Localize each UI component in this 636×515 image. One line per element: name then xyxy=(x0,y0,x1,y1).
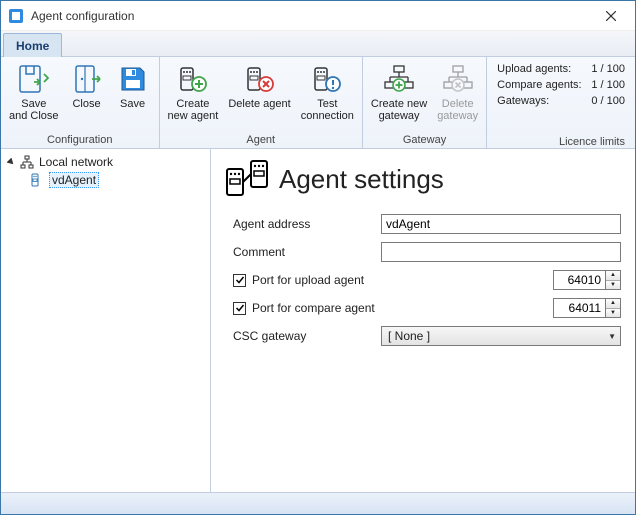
save-and-close-label: Save and Close xyxy=(9,98,59,122)
license-compare-label: Compare agents: xyxy=(497,79,581,91)
ribbon-group-configuration: Save and Close Close xyxy=(1,57,160,148)
delete-agent-label: Delete agent xyxy=(228,98,290,110)
ribbon-group-gateway: Create new gateway xyxy=(363,57,487,148)
port-compare-up[interactable]: ▲ xyxy=(606,299,620,309)
tree-item-label: vdAgent xyxy=(49,172,99,188)
delete-gateway-icon xyxy=(440,62,476,96)
titlebar: Agent configuration xyxy=(1,1,635,31)
csc-gateway-value: [ None ] xyxy=(388,329,430,343)
ribbon-group-label-gateway: Gateway xyxy=(367,134,482,148)
ribbon-group-label-configuration: Configuration xyxy=(5,134,155,148)
row-agent-address: Agent address xyxy=(233,214,621,234)
license-compare-value: 1 / 100 xyxy=(591,79,625,91)
port-compare-down[interactable]: ▼ xyxy=(606,309,620,318)
window-title: Agent configuration xyxy=(31,9,589,23)
comment-input[interactable] xyxy=(381,242,621,262)
port-compare-input[interactable] xyxy=(553,298,605,318)
license-upload-label: Upload agents: xyxy=(497,63,571,75)
agent-icon xyxy=(29,172,45,188)
create-gateway-icon xyxy=(381,62,417,96)
chevron-down-icon: ▼ xyxy=(608,332,616,341)
create-agent-label: Create new agent xyxy=(168,98,219,122)
license-upload-value: 1 / 100 xyxy=(591,63,625,75)
close-icon xyxy=(69,62,105,96)
network-icon xyxy=(19,154,35,170)
ribbon-tabs: Home xyxy=(1,31,635,57)
license-gateways-value: 0 / 100 xyxy=(591,95,625,107)
csc-gateway-select[interactable]: [ None ] ▼ xyxy=(381,326,621,346)
csc-gateway-label: CSC gateway xyxy=(233,329,381,343)
heading: Agent settings xyxy=(225,159,621,200)
license-gateways-row: Gateways: 0 / 100 xyxy=(497,93,625,109)
port-upload-down[interactable]: ▼ xyxy=(606,281,620,290)
tree-item-vdagent[interactable]: vdAgent xyxy=(3,171,208,189)
save-and-close-icon xyxy=(16,62,52,96)
ribbon-group-label-agent: Agent xyxy=(164,134,358,148)
delete-agent-icon xyxy=(242,62,278,96)
tab-home[interactable]: Home xyxy=(3,33,62,57)
close-window-button[interactable] xyxy=(589,1,633,31)
heading-text: Agent settings xyxy=(279,164,444,195)
port-upload-input[interactable] xyxy=(553,270,605,290)
row-port-upload: Port for upload agent ▲ ▼ xyxy=(233,270,621,290)
content-panel: Agent settings Agent address Comment xyxy=(211,149,635,492)
save-and-close-button[interactable]: Save and Close xyxy=(5,59,63,125)
test-connection-label: Test connection xyxy=(301,98,354,122)
port-compare-checkbox[interactable] xyxy=(233,302,246,315)
comment-label: Comment xyxy=(233,245,381,259)
license-upload-row: Upload agents: 1 / 100 xyxy=(497,61,625,77)
ribbon-group-label-license: Licence limits xyxy=(497,134,625,148)
create-agent-icon xyxy=(175,62,211,96)
app-window: Agent configuration Home xyxy=(0,0,636,515)
agent-address-input[interactable] xyxy=(381,214,621,234)
close-button[interactable]: Close xyxy=(65,59,109,113)
delete-gateway-button: Delete gateway xyxy=(433,59,482,125)
create-gateway-label: Create new gateway xyxy=(371,98,427,122)
row-port-compare: Port for compare agent ▲ ▼ xyxy=(233,298,621,318)
agent-address-label: Agent address xyxy=(233,217,381,231)
tree-root[interactable]: Local network xyxy=(3,153,208,171)
ribbon: Save and Close Close xyxy=(1,57,635,149)
body: Local network vdAgent xyxy=(1,149,635,492)
app-icon xyxy=(7,7,25,25)
row-csc-gateway: CSC gateway [ None ] ▼ xyxy=(233,326,621,346)
close-label: Close xyxy=(72,98,100,110)
collapse-icon[interactable] xyxy=(5,156,17,168)
port-upload-checkbox[interactable] xyxy=(233,274,246,287)
ribbon-group-agent: Create new agent Delete agent xyxy=(160,57,363,148)
save-button[interactable]: Save xyxy=(111,59,155,113)
test-connection-icon xyxy=(309,62,345,96)
delete-agent-button[interactable]: Delete agent xyxy=(224,59,294,113)
port-upload-spinner[interactable]: ▲ ▼ xyxy=(553,270,621,290)
close-icon xyxy=(606,8,616,24)
tree-panel: Local network vdAgent xyxy=(1,149,211,492)
port-upload-label: Port for upload agent xyxy=(252,273,364,287)
port-compare-label: Port for compare agent xyxy=(252,301,375,315)
save-icon xyxy=(115,62,151,96)
save-label: Save xyxy=(120,98,145,110)
license-gateways-label: Gateways: xyxy=(497,95,549,107)
create-new-agent-button[interactable]: Create new agent xyxy=(164,59,223,125)
delete-gateway-label: Delete gateway xyxy=(437,98,478,122)
agent-settings-icon xyxy=(225,159,271,200)
port-compare-spinner[interactable]: ▲ ▼ xyxy=(553,298,621,318)
form: Agent address Comment Port for upload ag… xyxy=(233,214,621,346)
row-comment: Comment xyxy=(233,242,621,262)
ribbon-group-license: Upload agents: 1 / 100 Compare agents: 1… xyxy=(487,57,635,148)
statusbar xyxy=(1,492,635,514)
license-compare-row: Compare agents: 1 / 100 xyxy=(497,77,625,93)
port-upload-up[interactable]: ▲ xyxy=(606,271,620,281)
tree-root-label: Local network xyxy=(39,155,113,169)
test-connection-button[interactable]: Test connection xyxy=(297,59,358,125)
create-new-gateway-button[interactable]: Create new gateway xyxy=(367,59,431,125)
